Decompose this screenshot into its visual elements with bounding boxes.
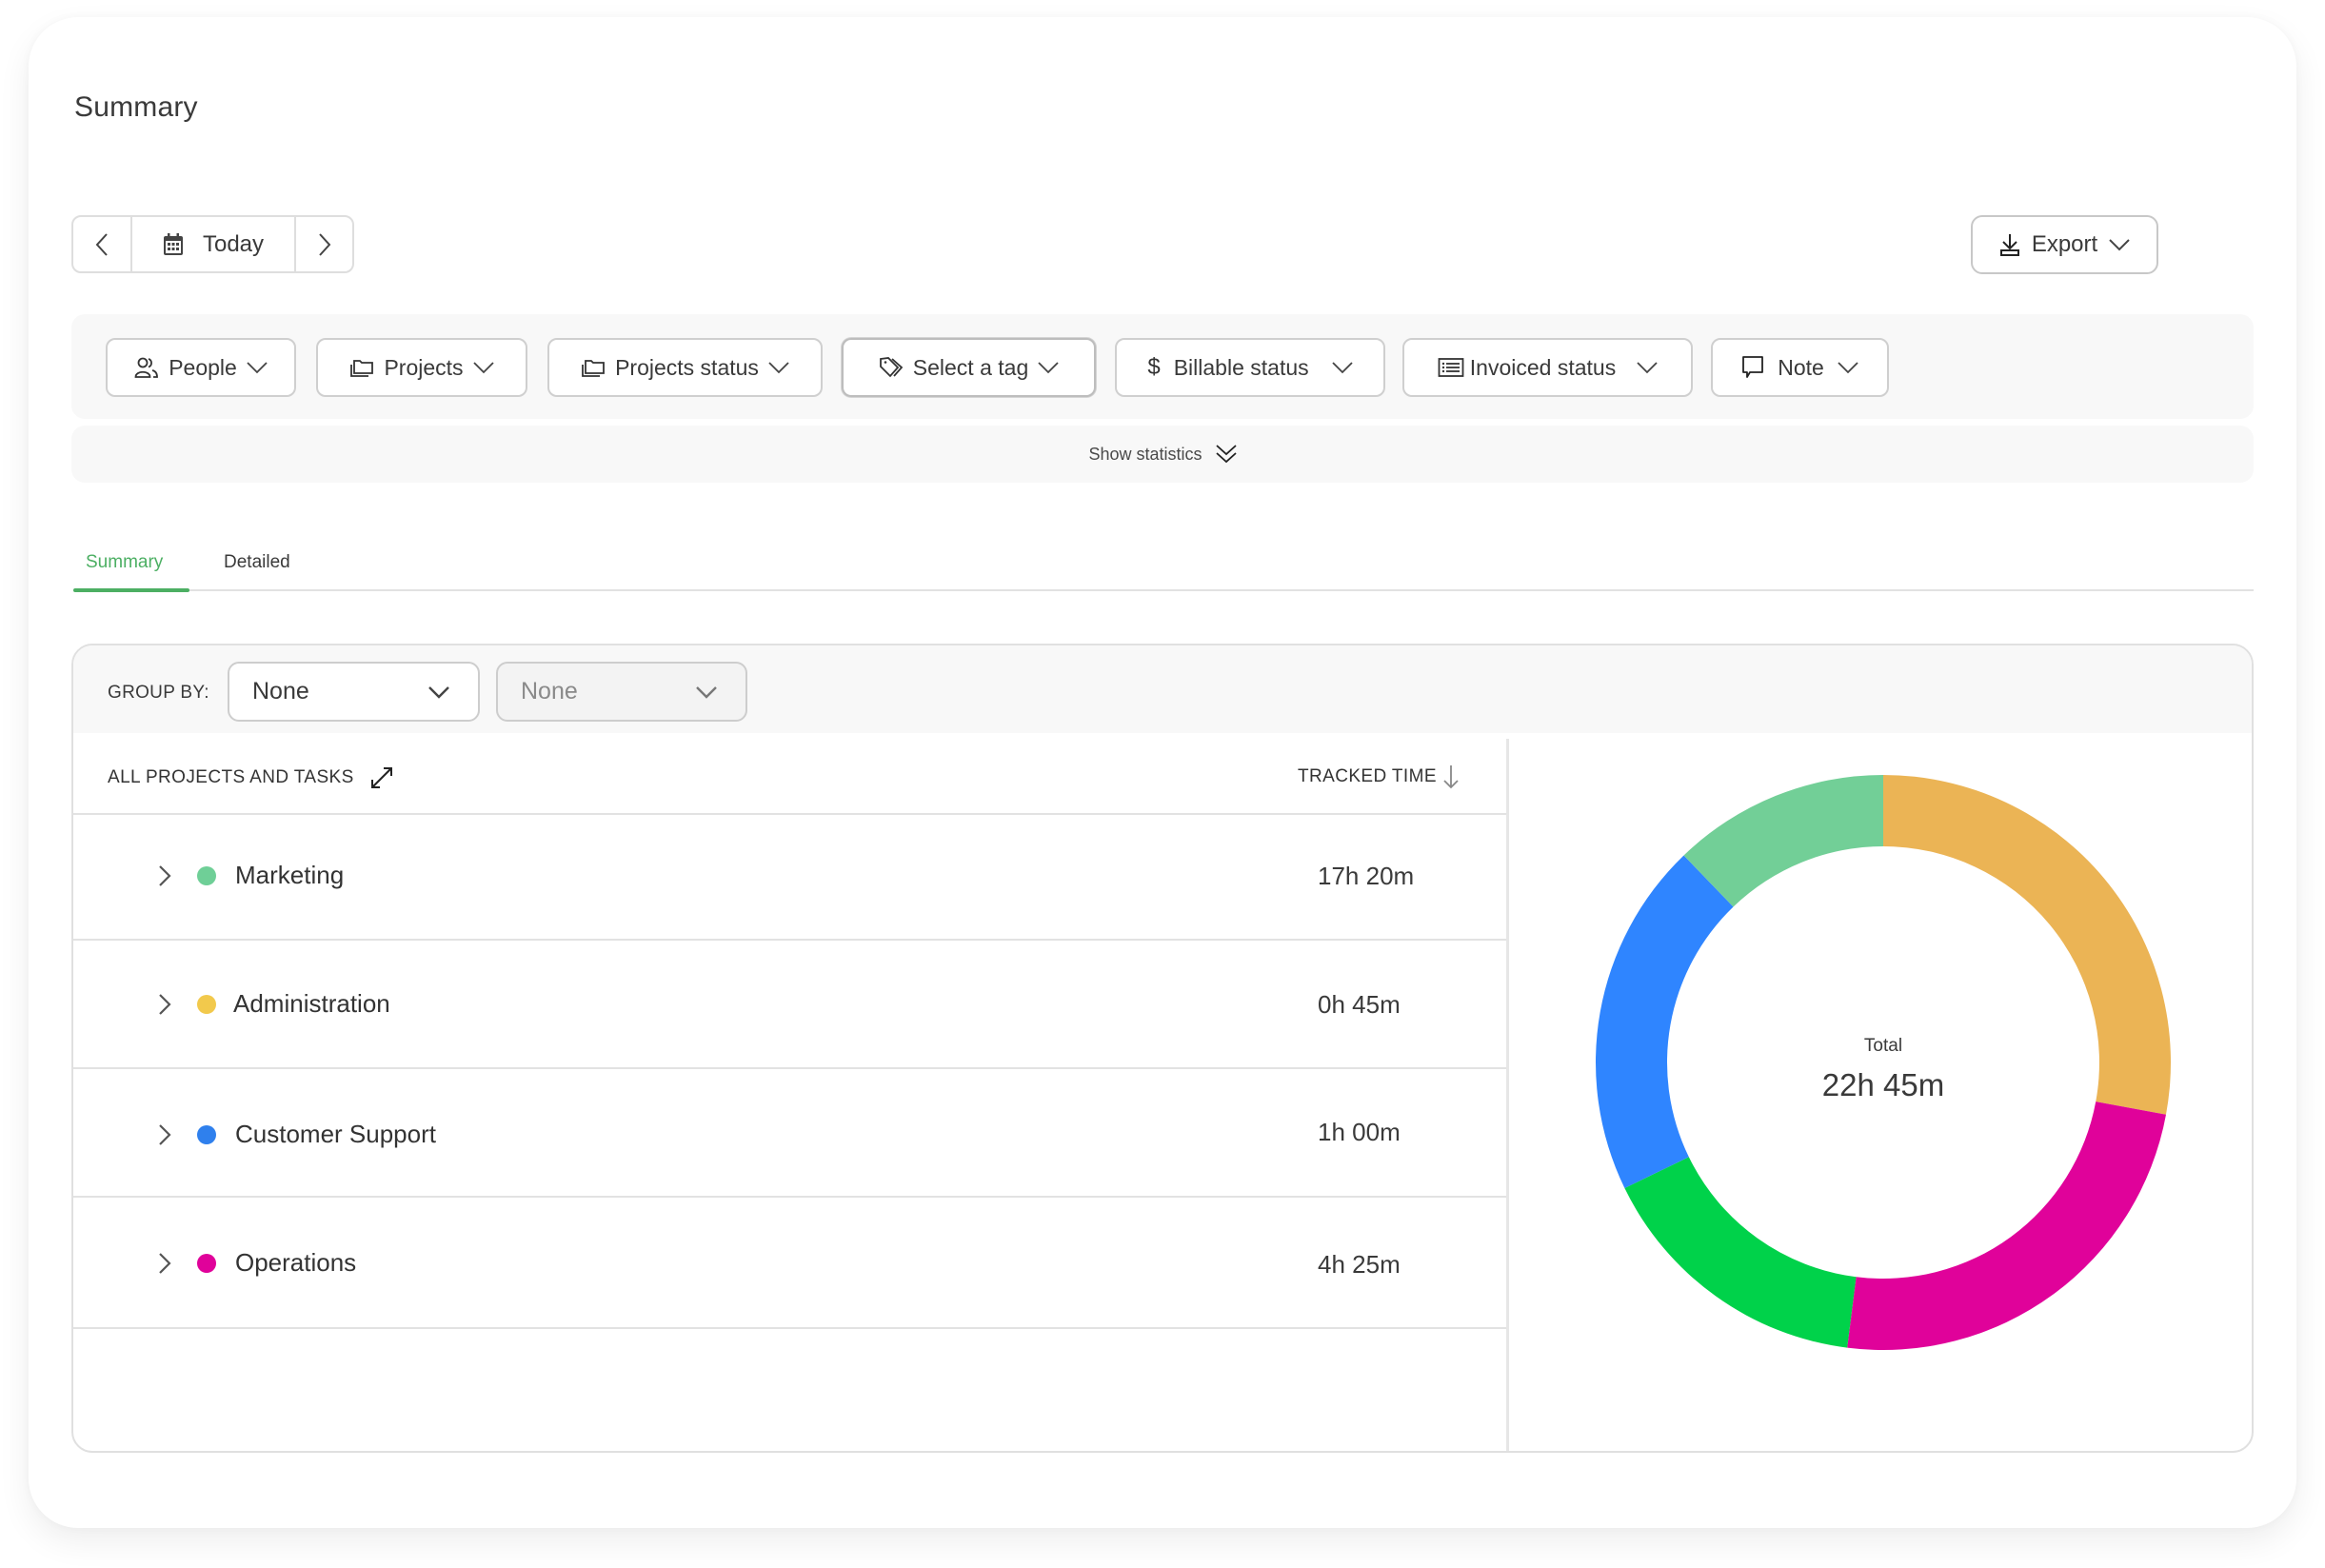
project-tracked-time: 0h 45m xyxy=(1318,990,1401,1019)
donut-total-label: Total xyxy=(1864,1036,1902,1056)
chevron-down-icon xyxy=(768,362,789,374)
project-tracked-time: 1h 00m xyxy=(1318,1118,1401,1146)
group-by-secondary-value: None xyxy=(521,678,578,705)
row-divider xyxy=(73,1067,1506,1069)
project-color-dot xyxy=(197,1124,216,1144)
active-tab-indicator xyxy=(73,588,189,592)
row-divider xyxy=(73,939,1506,941)
table-row[interactable]: Administration xyxy=(153,989,390,1019)
dollar-icon: $ xyxy=(1147,354,1161,380)
folder-icon xyxy=(582,360,605,377)
expand-row-chevron-icon[interactable] xyxy=(153,1252,176,1275)
date-navigator: Today xyxy=(71,215,354,273)
donut-chart-container: Total 22h 45m xyxy=(1509,739,2252,1451)
export-button[interactable]: Export xyxy=(1971,215,2158,274)
donut-slice-0[interactable] xyxy=(1883,775,2171,1115)
project-tracked-time: 4h 25m xyxy=(1318,1250,1401,1279)
filter-tag-label: Select a tag xyxy=(912,354,1029,380)
filter-people[interactable]: People xyxy=(106,338,296,397)
group-by-primary-select[interactable]: None xyxy=(228,662,480,722)
invoice-list-icon xyxy=(1438,358,1464,377)
donut-slice-3[interactable] xyxy=(1596,855,1734,1189)
date-range-picker[interactable]: Today xyxy=(132,217,296,271)
chevron-down-icon xyxy=(472,362,494,374)
project-color-dot xyxy=(197,865,216,885)
donut-slice-1[interactable] xyxy=(1847,1102,2167,1350)
download-icon xyxy=(1999,234,2019,256)
filter-people-label: People xyxy=(169,354,237,380)
table-header-time[interactable]: TRACKED TIME xyxy=(1298,764,1460,790)
date-range-label: Today xyxy=(202,230,265,257)
project-name: Marketing xyxy=(235,861,345,889)
table-header-divider xyxy=(73,813,1506,815)
chevron-down-icon xyxy=(2109,239,2130,251)
expand-row-chevron-icon[interactable] xyxy=(153,864,176,887)
show-statistics-toggle[interactable]: Show statistics xyxy=(71,426,2254,483)
filter-billable-status-label: Billable status xyxy=(1173,354,1309,380)
filter-note[interactable]: Note xyxy=(1711,338,1889,397)
row-divider xyxy=(73,1196,1506,1198)
filter-invoiced-status[interactable]: Invoiced status xyxy=(1402,338,1693,397)
tabs-divider xyxy=(73,589,2254,591)
sort-descending-icon xyxy=(1443,765,1459,789)
people-icon xyxy=(134,357,159,378)
page-title: Summary xyxy=(74,91,198,123)
filter-projects-label: Projects xyxy=(384,354,464,380)
project-tracked-time: 17h 20m xyxy=(1318,862,1415,890)
chevron-down-icon xyxy=(1038,362,1059,374)
filter-projects[interactable]: Projects xyxy=(316,338,527,397)
filter-billable-status[interactable]: $ Billable status xyxy=(1115,338,1385,397)
tab-detailed[interactable]: Detailed xyxy=(224,552,290,573)
donut-total-value: 22h 45m xyxy=(1822,1067,1944,1102)
table-header-time-label: TRACKED TIME xyxy=(1298,766,1437,786)
group-by-secondary-select[interactable]: None xyxy=(496,662,747,722)
filter-projects-status[interactable]: Projects status xyxy=(547,338,823,397)
report-panel: GROUP BY: None None ALL PROJECTS AND TAS… xyxy=(71,644,2254,1453)
table-row[interactable]: Operations xyxy=(153,1248,356,1278)
calendar-icon xyxy=(163,232,183,255)
donut-slice-2[interactable] xyxy=(1624,1157,1857,1348)
project-color-dot xyxy=(197,1253,216,1273)
chevron-down-icon xyxy=(696,685,717,699)
tab-summary[interactable]: Summary xyxy=(86,552,163,573)
filter-tag[interactable]: Select a tag xyxy=(842,338,1096,397)
show-statistics-label: Show statistics xyxy=(1088,444,1202,464)
double-chevron-down-icon xyxy=(1215,445,1237,464)
project-name: Customer Support xyxy=(235,1120,436,1148)
filter-projects-status-label: Projects status xyxy=(615,354,759,380)
next-period-button[interactable] xyxy=(296,217,352,271)
expand-row-chevron-icon[interactable] xyxy=(153,993,176,1016)
filter-note-label: Note xyxy=(1778,354,1824,380)
project-name: Administration xyxy=(233,989,390,1018)
chevron-left-icon xyxy=(95,232,108,256)
chevron-down-icon xyxy=(247,362,268,374)
tag-icon xyxy=(879,357,904,378)
chevron-down-icon xyxy=(1637,362,1658,374)
project-name: Operations xyxy=(235,1248,357,1277)
project-color-dot xyxy=(197,994,216,1014)
previous-period-button[interactable] xyxy=(73,217,132,271)
group-by-primary-value: None xyxy=(252,678,309,705)
donut-chart: Total 22h 45m xyxy=(1596,775,2171,1350)
group-by-label: GROUP BY: xyxy=(108,683,209,703)
chevron-right-icon xyxy=(318,232,330,256)
table-header-name: ALL PROJECTS AND TASKS xyxy=(108,764,396,792)
chevron-down-icon xyxy=(1332,362,1353,374)
chevron-down-icon xyxy=(428,685,449,699)
row-divider xyxy=(73,1327,1506,1329)
table-row[interactable]: Marketing xyxy=(153,861,344,890)
table-row[interactable]: Customer Support xyxy=(153,1120,436,1149)
expand-row-chevron-icon[interactable] xyxy=(153,1123,176,1146)
folder-icon xyxy=(350,360,374,377)
table-header-name-label: ALL PROJECTS AND TASKS xyxy=(108,767,354,787)
export-label: Export xyxy=(2031,231,2098,257)
chevron-down-icon xyxy=(1838,362,1858,374)
expand-icon[interactable] xyxy=(368,764,396,792)
filter-invoiced-status-label: Invoiced status xyxy=(1469,354,1617,380)
comment-icon xyxy=(1742,356,1764,378)
